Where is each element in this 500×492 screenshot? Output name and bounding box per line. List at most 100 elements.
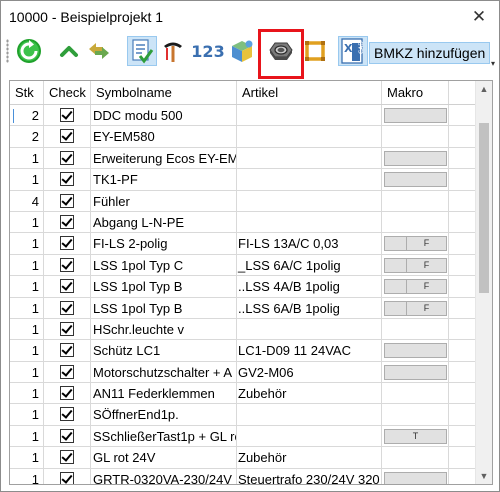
symbolname-cell[interactable]: TK1-PF	[91, 169, 237, 190]
checklist-button[interactable]	[127, 36, 157, 66]
scroll-thumb[interactable]	[479, 123, 489, 293]
symbolname-cell[interactable]: Erweiterung Ecos EY-EM	[91, 147, 237, 169]
stk-cell[interactable]: 1	[10, 254, 44, 276]
table-row[interactable]: 2 EY-EM580	[10, 126, 476, 148]
close-button[interactable]: ✕	[469, 7, 489, 27]
table-row[interactable]: 1 FI-LS 2-polig FI-LS 13A/C 0,03 F	[10, 233, 476, 255]
stk-cell[interactable]: 1	[10, 404, 44, 425]
table-row[interactable]: 1 Abgang L-N-PE	[10, 211, 476, 234]
artikel-cell[interactable]	[237, 105, 382, 126]
column-header-check[interactable]: Check	[44, 81, 91, 104]
artikel-cell[interactable]	[237, 147, 382, 169]
stk-cell[interactable]: 1	[10, 361, 44, 383]
checkbox[interactable]	[60, 321, 74, 336]
artikel-cell[interactable]	[237, 211, 382, 233]
artikel-cell[interactable]: Steuertrafo 230/24V 320	[237, 468, 382, 484]
stk-cell[interactable]: 2	[10, 105, 44, 126]
stk-cell[interactable]: 1	[10, 468, 44, 484]
symbolname-cell[interactable]: SSchließerTast1p + GL ro	[91, 425, 237, 447]
numbering-button[interactable]: 123	[191, 36, 224, 66]
table-row[interactable]: 1 LSS 1pol Typ B ..LSS 4A/B 1polig F	[10, 276, 476, 298]
symbolname-cell[interactable]: LSS 1pol Typ B	[91, 276, 237, 297]
checkbox[interactable]	[60, 236, 74, 251]
artikel-cell[interactable]	[237, 404, 382, 425]
makro-button[interactable]: F	[384, 279, 447, 295]
stk-cell[interactable]: 2	[10, 126, 44, 147]
table-row[interactable]: 2 DDC modu 500	[10, 105, 476, 127]
symbolname-cell[interactable]: LSS 1pol Typ B	[91, 297, 237, 318]
stk-cell[interactable]: 1	[10, 425, 44, 447]
checkbox[interactable]	[60, 172, 74, 187]
checkbox[interactable]	[60, 150, 74, 165]
column-header-makro[interactable]: Makro	[382, 81, 449, 104]
stk-cell[interactable]: 1	[10, 276, 44, 297]
artikel-cell[interactable]: _LSS 6A/C 1polig	[237, 254, 382, 276]
column-header-stk[interactable]: Stk	[10, 81, 44, 104]
makro-split-segment[interactable]	[385, 258, 407, 272]
stk-cell[interactable]: 1	[10, 447, 44, 468]
makro-button[interactable]: F	[384, 257, 447, 273]
checkbox[interactable]	[60, 471, 74, 484]
checkbox[interactable]	[60, 257, 74, 272]
symbolname-cell[interactable]: HSchr.leuchte v	[91, 318, 237, 340]
checkbox[interactable]	[60, 386, 74, 401]
bmkz-cad-button[interactable]: X CAD	[338, 36, 368, 66]
symbolname-cell[interactable]: GRTR-0320VA-230/24V	[91, 468, 237, 484]
makro-button[interactable]	[384, 364, 447, 380]
artikel-cell[interactable]: ..LSS 6A/B 1polig	[237, 297, 382, 318]
toolbar-grip[interactable]	[6, 39, 9, 63]
checkbox[interactable]	[60, 279, 74, 294]
makro-button[interactable]	[384, 172, 447, 188]
symbolname-cell[interactable]: Fühler	[91, 190, 237, 211]
symbolname-cell[interactable]: GL rot 24V	[91, 447, 237, 468]
artikel-cell[interactable]: ..LSS 4A/B 1polig	[237, 276, 382, 297]
stk-cell[interactable]: 1	[10, 383, 44, 404]
stk-cell[interactable]: 1	[10, 233, 44, 254]
table-row[interactable]: 1 HSchr.leuchte v	[10, 318, 476, 341]
scroll-down-icon[interactable]: ▼	[476, 468, 492, 484]
scroll-up-icon[interactable]: ▲	[476, 81, 492, 97]
stk-cell[interactable]: 1	[10, 211, 44, 233]
table-row[interactable]: 4 Fühler	[10, 190, 476, 212]
symbolname-cell[interactable]: SÖffnerEnd1p.	[91, 404, 237, 425]
column-header-symbolname[interactable]: Symbolname	[91, 81, 237, 104]
checkbox[interactable]	[60, 193, 74, 208]
nut-button[interactable]	[266, 36, 296, 66]
table-row[interactable]: 1 Erweiterung Ecos EY-EM	[10, 147, 476, 170]
table-row[interactable]: 1 GRTR-0320VA-230/24V Steuertrafo 230/24V …	[10, 468, 476, 484]
stk-cell[interactable]: 1	[10, 340, 44, 361]
checkbox[interactable]	[60, 407, 74, 422]
table-row[interactable]: 1 LSS 1pol Typ B ..LSS 6A/B 1polig F	[10, 297, 476, 319]
artikel-cell[interactable]: GV2-M06	[237, 361, 382, 383]
checkbox[interactable]	[60, 428, 74, 443]
stk-cell[interactable]: 1	[10, 318, 44, 340]
bmkz-add-button[interactable]: BMKZ hinzufügen	[369, 42, 491, 64]
table-row[interactable]: 1 AN11 Federklemmen Zubehör	[10, 383, 476, 405]
swap-button[interactable]	[84, 36, 114, 66]
makro-button[interactable]: F	[384, 236, 447, 252]
table-row[interactable]: 1 LSS 1pol Typ C _LSS 6A/C 1polig F	[10, 254, 476, 277]
checkbox[interactable]	[60, 108, 74, 122]
makro-button[interactable]: F	[384, 300, 447, 316]
artikel-cell[interactable]: LC1-D09 11 24VAC	[237, 340, 382, 361]
column-header-artikel[interactable]: Artikel	[237, 81, 382, 104]
symbolname-cell[interactable]: Schütz LC1	[91, 340, 237, 361]
table-row[interactable]: 1 TK1-PF	[10, 169, 476, 191]
makro-split-segment[interactable]	[385, 237, 407, 251]
table-row[interactable]: 1 SSchließerTast1p + GL ro T	[10, 425, 476, 448]
checkbox[interactable]	[60, 214, 74, 229]
checkbox[interactable]	[60, 364, 74, 379]
makro-button[interactable]	[384, 471, 447, 484]
makro-split-segment[interactable]	[385, 301, 407, 315]
symbolname-cell[interactable]: FI-LS 2-polig	[91, 233, 237, 254]
artikel-cell[interactable]: Zubehör	[237, 447, 382, 468]
table-row[interactable]: 1 Motorschutzschalter + A GV2-M06	[10, 361, 476, 384]
checkbox[interactable]	[60, 450, 74, 465]
vertical-scrollbar[interactable]: ▲ ▼	[475, 81, 492, 484]
checkbox[interactable]	[60, 129, 74, 144]
checkbox[interactable]	[60, 343, 74, 358]
checkbox[interactable]	[60, 300, 74, 315]
stk-cell[interactable]: 1	[10, 147, 44, 169]
symbolname-cell[interactable]: AN11 Federklemmen	[91, 383, 237, 404]
artikel-cell[interactable]: FI-LS 13A/C 0,03	[237, 233, 382, 254]
